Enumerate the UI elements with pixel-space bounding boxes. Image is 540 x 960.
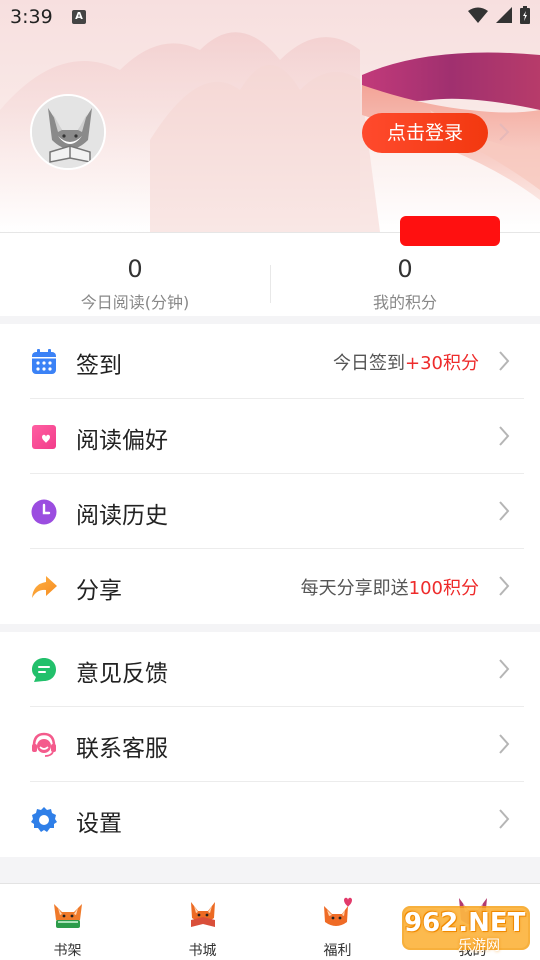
watermark-subtext: 乐游网 xyxy=(458,938,500,954)
menu-group-secondary: 意见反馈 联系客服 设置 xyxy=(0,632,540,857)
menu-item-label: 联系客服 xyxy=(76,736,168,762)
avatar[interactable] xyxy=(30,94,106,170)
menu-item-customer-service[interactable]: 联系客服 xyxy=(0,707,540,782)
login-button[interactable]: 点击登录 xyxy=(362,113,488,153)
stat-reading-minutes[interactable]: 0 今日阅读(分钟) xyxy=(0,233,270,317)
chevron-right-icon xyxy=(499,576,510,596)
menu-item-reading-history[interactable]: 阅读历史 xyxy=(0,474,540,549)
tab-welfare[interactable]: 福利 xyxy=(270,884,405,960)
stat-value: 0 xyxy=(397,255,413,283)
menu-item-label: 签到 xyxy=(76,353,122,379)
menu-item-feedback[interactable]: 意见反馈 xyxy=(0,632,540,707)
chevron-right-icon[interactable] xyxy=(498,122,510,142)
stat-label: 我的积分 xyxy=(372,293,437,312)
share-reward-points: 100积分 xyxy=(408,578,479,599)
customer-service-icon xyxy=(32,732,56,757)
checkin-reward-text: 今日签到+30积分 xyxy=(333,349,479,375)
menu-item-settings[interactable]: 设置 xyxy=(0,782,540,857)
menu-item-label: 意见反馈 xyxy=(76,661,168,687)
menu-item-label: 设置 xyxy=(76,811,122,837)
menu-item-reading-preference[interactable]: 阅读偏好 xyxy=(0,399,540,474)
tab-label: 书架 xyxy=(53,943,82,959)
redaction-mark xyxy=(400,216,500,246)
stat-label: 今日阅读(分钟) xyxy=(80,293,190,312)
status-time: 3:39 xyxy=(10,6,53,28)
fox-welfare-icon xyxy=(323,897,352,926)
gear-icon xyxy=(31,807,57,832)
clock-icon xyxy=(31,499,57,525)
cellular-signal-icon xyxy=(496,7,512,23)
share-reward-prefix: 每天分享即送 xyxy=(300,578,409,599)
watermark-text: 962.NET xyxy=(404,908,526,938)
tab-label: 福利 xyxy=(323,943,352,959)
feedback-bubble-icon xyxy=(32,658,56,682)
chevron-right-icon xyxy=(499,734,510,754)
checkin-reward-points: +30积分 xyxy=(405,353,479,374)
menu-item-checkin[interactable]: 签到 今日签到+30积分 xyxy=(0,324,540,399)
tab-bookstore[interactable]: 书城 xyxy=(135,884,270,960)
menu-item-label: 阅读偏好 xyxy=(76,428,168,454)
stat-value: 0 xyxy=(127,255,143,283)
share-reward-text: 每天分享即送100积分 xyxy=(301,574,479,600)
chevron-right-icon xyxy=(499,659,510,679)
status-bar: 3:39 A xyxy=(0,0,540,36)
battery-icon xyxy=(520,6,530,24)
wifi-icon xyxy=(468,7,488,23)
chevron-right-icon xyxy=(499,809,510,829)
menu-item-share[interactable]: 分享 每天分享即送100积分 xyxy=(0,549,540,624)
notification-a-icon: A xyxy=(72,10,86,24)
menu-item-label: 分享 xyxy=(76,578,122,604)
chevron-right-icon xyxy=(499,351,510,371)
heart-card-icon xyxy=(32,425,56,449)
chevron-right-icon xyxy=(499,426,510,446)
calendar-icon xyxy=(32,349,56,374)
share-arrow-icon xyxy=(32,576,57,598)
menu-item-label: 阅读历史 xyxy=(76,503,168,529)
tab-bookshelf[interactable]: 书架 xyxy=(0,884,135,960)
fox-bookstore-icon xyxy=(190,902,215,927)
status-icons xyxy=(468,6,530,24)
tab-label: 书城 xyxy=(188,943,217,959)
profile-header: 3:39 A 点击登录 xyxy=(0,0,540,232)
checkin-reward-prefix: 今日签到 xyxy=(333,353,405,374)
menu-group-primary: 签到 今日签到+30积分 阅读偏好 阅读历史 分享 每天分享即送100积分 xyxy=(0,324,540,624)
fox-bookshelf-icon xyxy=(53,904,82,928)
chevron-right-icon xyxy=(499,501,510,521)
